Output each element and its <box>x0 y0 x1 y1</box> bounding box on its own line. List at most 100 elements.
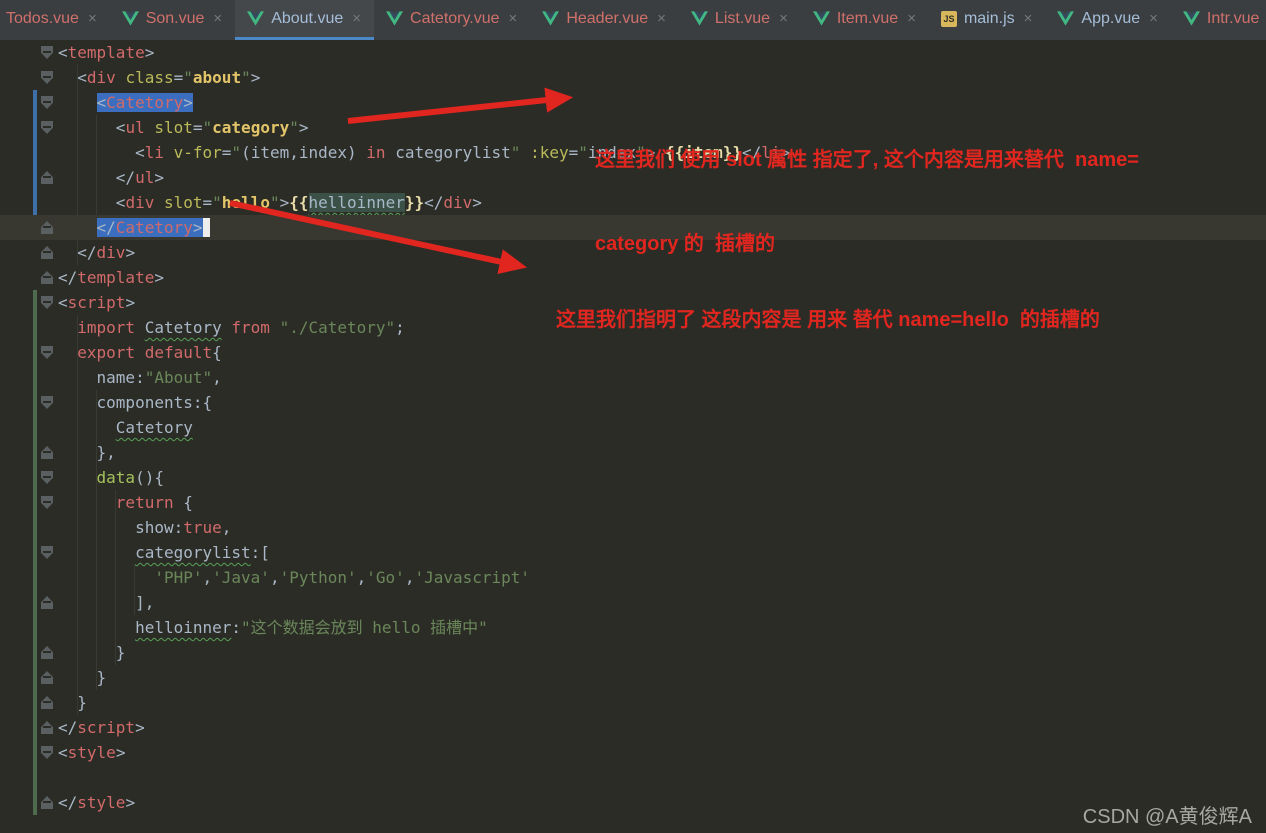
gutter <box>0 490 58 515</box>
code-line[interactable] <box>0 765 1266 790</box>
gutter <box>0 290 58 315</box>
close-tab-icon[interactable]: × <box>509 10 518 27</box>
close-tab-icon[interactable]: × <box>88 10 97 27</box>
close-tab-icon[interactable]: × <box>657 10 666 27</box>
close-tab-icon[interactable]: × <box>1024 10 1033 27</box>
code-line[interactable]: </style> <box>0 790 1266 815</box>
fold-region-end-icon[interactable] <box>41 646 53 659</box>
fold-region-end-icon[interactable] <box>41 596 53 609</box>
code-line[interactable]: <template> <box>0 40 1266 65</box>
gutter <box>0 240 58 265</box>
code-line[interactable]: } <box>0 690 1266 715</box>
code-text: } <box>58 643 126 662</box>
vue-logo-icon <box>1182 11 1200 26</box>
code-line[interactable]: data(){ <box>0 465 1266 490</box>
code-text: Catetory <box>115 418 193 437</box>
tab-intr-vue[interactable]: Intr.vue× <box>1171 0 1266 40</box>
code-line[interactable]: }, <box>0 440 1266 465</box>
code-line[interactable]: <style> <box>0 740 1266 765</box>
fold-region-start-icon[interactable] <box>41 546 53 559</box>
code-text: <div slot="hello">{{helloinner}}</div> <box>58 193 482 212</box>
code-text: }, <box>58 443 116 462</box>
fold-region-start-icon[interactable] <box>41 121 53 134</box>
gutter <box>0 540 58 565</box>
tab-app-vue[interactable]: App.vue × <box>1045 0 1170 40</box>
code-line[interactable]: return { <box>0 490 1266 515</box>
fold-region-end-icon[interactable] <box>41 446 53 459</box>
gutter <box>0 665 58 690</box>
gutter <box>0 640 58 665</box>
tab-header-vue[interactable]: Header.vue × <box>530 0 679 40</box>
fold-region-end-icon[interactable] <box>41 721 53 734</box>
code-text: </style> <box>58 793 136 812</box>
fold-region-start-icon[interactable] <box>41 296 53 309</box>
code-line[interactable]: name:"About", <box>0 365 1266 390</box>
gutter <box>0 565 58 590</box>
code-text: </template> <box>58 268 164 287</box>
fold-region-start-icon[interactable] <box>41 96 53 109</box>
vue-logo-icon <box>542 11 560 26</box>
gutter <box>0 165 58 190</box>
code-line[interactable]: } <box>0 640 1266 665</box>
code-line[interactable]: categorylist:[ <box>0 540 1266 565</box>
tab-son-vue[interactable]: Son.vue × <box>110 0 235 40</box>
gutter <box>0 515 58 540</box>
fold-region-end-icon[interactable] <box>41 171 53 184</box>
code-line[interactable]: ], <box>0 590 1266 615</box>
code-text: data(){ <box>96 468 164 487</box>
fold-region-end-icon[interactable] <box>41 246 53 259</box>
fold-region-start-icon[interactable] <box>41 471 53 484</box>
gutter <box>0 615 58 640</box>
fold-region-start-icon[interactable] <box>41 746 53 759</box>
gutter <box>0 65 58 90</box>
close-tab-icon[interactable]: × <box>779 10 788 27</box>
code-line[interactable]: helloinner:"这个数据会放到 hello 插槽中" <box>0 615 1266 640</box>
code-line[interactable]: </script> <box>0 715 1266 740</box>
vue-logo-icon <box>1057 11 1075 26</box>
fold-region-start-icon[interactable] <box>41 71 53 84</box>
fold-region-end-icon[interactable] <box>41 221 53 234</box>
code-text: components:{ <box>58 393 213 412</box>
gutter <box>0 265 58 290</box>
code-text: } <box>58 668 107 687</box>
tab-about-vue[interactable]: About.vue × <box>235 0 375 40</box>
fold-region-end-icon[interactable] <box>41 796 53 809</box>
code-line[interactable]: components:{ <box>0 390 1266 415</box>
fold-region-start-icon[interactable] <box>41 46 53 59</box>
tab-label: Todos.vue <box>6 9 79 27</box>
tab-label: Intr.vue <box>1206 9 1260 27</box>
code-line[interactable]: show:true, <box>0 515 1266 540</box>
tab-label: main.js <box>963 9 1015 27</box>
fold-region-end-icon[interactable] <box>41 271 53 284</box>
close-tab-icon[interactable]: × <box>1149 10 1158 27</box>
vue-logo-icon <box>121 11 139 26</box>
code-line[interactable]: <div class="about"> <box>0 65 1266 90</box>
close-tab-icon[interactable]: × <box>352 10 361 27</box>
code-text: name:"About", <box>58 368 222 387</box>
fold-region-start-icon[interactable] <box>41 346 53 359</box>
gutter <box>0 190 58 215</box>
code-line[interactable]: } <box>0 665 1266 690</box>
code-line[interactable]: Catetory <box>0 415 1266 440</box>
code-text: </div> <box>58 243 136 262</box>
csdn-watermark: CSDN @A黄俊辉A <box>1082 806 1252 828</box>
tab-main-js[interactable]: JS main.js × <box>929 0 1045 40</box>
tab-list-vue[interactable]: List.vue × <box>679 0 801 40</box>
gutter <box>0 215 58 240</box>
code-line[interactable]: 'PHP','Java','Python','Go','Javascript' <box>0 565 1266 590</box>
close-tab-icon[interactable]: × <box>907 10 916 27</box>
fold-region-end-icon[interactable] <box>41 696 53 709</box>
fold-region-end-icon[interactable] <box>41 671 53 684</box>
gutter <box>0 390 58 415</box>
gutter <box>0 115 58 140</box>
tab-catetory-vue[interactable]: Catetory.vue × <box>374 0 530 40</box>
vue-logo-icon <box>247 11 265 26</box>
gutter <box>0 365 58 390</box>
close-tab-icon[interactable]: × <box>213 10 222 27</box>
fold-region-start-icon[interactable] <box>41 496 53 509</box>
tab-todos-vue[interactable]: Todos.vue × <box>0 0 110 40</box>
fold-region-start-icon[interactable] <box>41 396 53 409</box>
code-text: <script> <box>58 293 136 312</box>
tab-item-vue[interactable]: Item.vue × <box>801 0 929 40</box>
gutter <box>0 765 58 790</box>
